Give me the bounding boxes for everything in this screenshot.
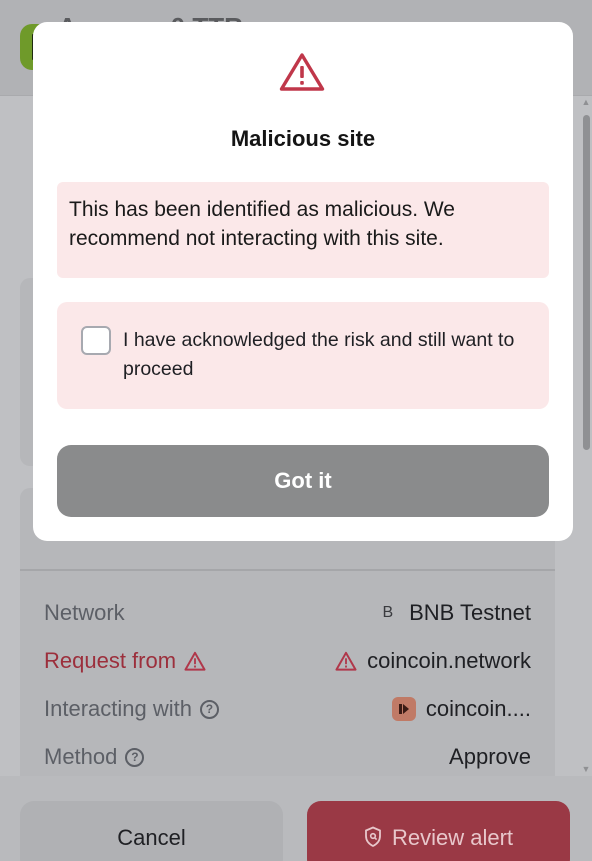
malicious-site-modal: Malicious site This has been identified … [33,22,573,541]
warning-triangle-icon [184,651,206,671]
network-row: Network B BNB Testnet [44,597,531,629]
got-it-button-label: Got it [274,468,332,493]
scroll-down-arrow-icon[interactable]: ▼ [581,765,591,774]
network-badge: B [382,604,394,621]
interacting-with-label: Interacting with [44,696,192,721]
request-from-row: Request from coincoin.network [44,645,531,677]
question-circle-icon[interactable]: ? [199,699,219,719]
network-label: Network [44,600,125,625]
malicious-alert-box: This has been identified as malicious. W… [57,182,549,278]
acknowledge-checkbox[interactable] [81,326,111,355]
interacting-with-row: Interacting with ? coincoin.... [44,693,531,725]
cancel-button-label: Cancel [117,825,186,850]
network-value: BNB Testnet [409,600,531,625]
shield-icon [365,826,381,848]
alert-text-line-2: recommend not interacting with this site… [69,227,444,250]
acknowledge-container[interactable]: I have acknowledged the risk and still w… [57,302,549,409]
method-label: Method [44,744,118,769]
scroll-up-arrow-icon[interactable]: ▲ [581,98,591,107]
interacting-with-value[interactable]: coincoin.... [426,696,531,722]
site-icon [391,697,416,721]
method-row: Method ? Approve [44,741,531,773]
got-it-button[interactable]: Got it [57,445,549,517]
warning-triangle-icon [279,53,325,91]
review-alert-button-label: Review alert [391,825,514,850]
acknowledge-label[interactable]: I have acknowledged the risk and still w… [123,326,523,384]
scrollbar-thumb[interactable] [583,115,590,450]
request-from-value[interactable]: coincoin.network [367,648,531,674]
warning-triangle-icon [335,651,357,671]
confirmation-screen: Approve 0 TTR Network B BNB Testnet Requ… [0,0,592,861]
cancel-button[interactable]: Cancel [20,801,283,861]
question-circle-icon[interactable]: ? [125,747,145,767]
method-value: Approve [449,744,531,769]
review-alert-button[interactable]: Review alert [307,801,570,861]
request-from-label: Request from [44,648,177,673]
modal-title: Malicious site [230,126,376,151]
details-divider [20,569,555,571]
